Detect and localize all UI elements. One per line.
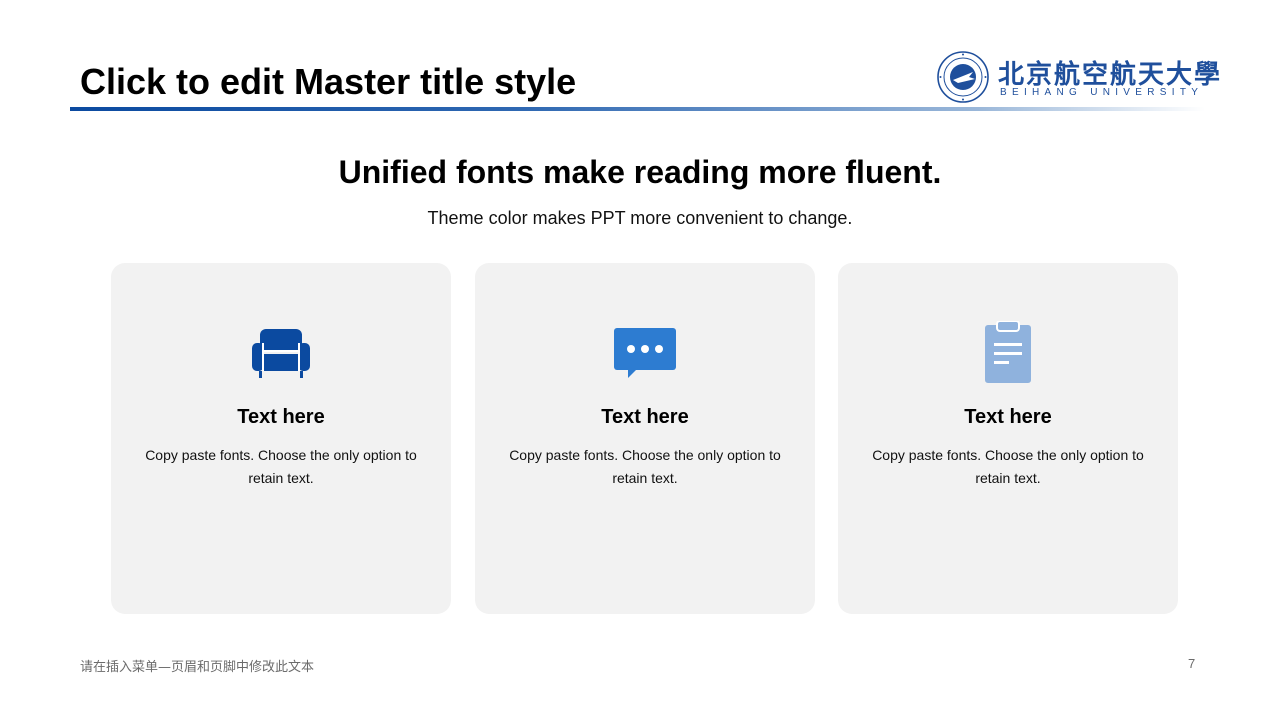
university-name-en: BEIHANG UNIVERSITY xyxy=(1000,87,1204,98)
feature-card-2: Text here Copy paste fonts. Choose the o… xyxy=(475,263,815,614)
university-name-cn: 北京航空航天大學 xyxy=(998,60,1223,90)
sofa-icon xyxy=(252,329,310,378)
feature-card-1: Text here Copy paste fonts. Choose the o… xyxy=(111,263,451,614)
university-seal-icon xyxy=(937,51,989,103)
section-subheading: Theme color makes PPT more convenient to… xyxy=(427,208,853,228)
chat-bubble-icon xyxy=(614,328,676,378)
slide-title: Click to edit Master title style xyxy=(80,61,577,102)
card-title: Text here xyxy=(964,406,1052,428)
page-number: 7 xyxy=(1188,656,1196,671)
card-text: Copy paste fonts. Choose the only option… xyxy=(509,447,781,486)
university-logo: 北京航空航天大學 BEIHANG UNIVERSITY xyxy=(936,50,1220,106)
section-heading: Unified fonts make reading more fluent. xyxy=(338,154,942,190)
card-title: Text here xyxy=(601,406,689,428)
card-text: Copy paste fonts. Choose the only option… xyxy=(145,447,417,486)
footer-note: 请在插入菜单—页眉和页脚中修改此文本 xyxy=(80,660,315,675)
feature-card-3: Text here Copy paste fonts. Choose the o… xyxy=(838,263,1178,614)
title-underline xyxy=(70,107,1205,111)
card-title: Text here xyxy=(237,406,325,428)
card-text: Copy paste fonts. Choose the only option… xyxy=(872,447,1144,486)
clipboard-icon xyxy=(985,321,1031,383)
